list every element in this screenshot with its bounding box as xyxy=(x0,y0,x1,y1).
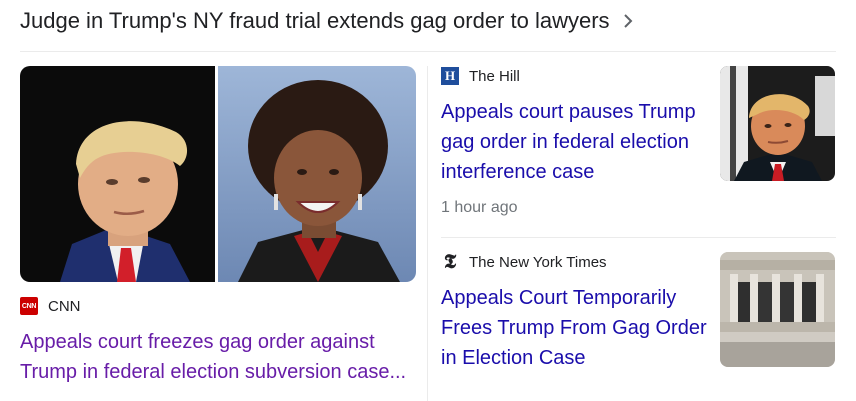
cnn-logo-icon: CNN xyxy=(20,297,38,315)
story-title-link[interactable]: Judge in Trump's NY fraud trial extends … xyxy=(20,6,636,36)
news-headline-link[interactable]: Appeals court pauses Trump gag order in … xyxy=(441,97,711,187)
the-hill-logo-icon: H xyxy=(441,67,459,85)
story-title: Judge in Trump's NY fraud trial extends … xyxy=(20,8,610,33)
source-name: CNN xyxy=(48,297,81,315)
timestamp: 1 hour ago xyxy=(441,199,518,216)
source-name: The Hill xyxy=(469,67,520,85)
divider xyxy=(441,237,836,238)
column-divider xyxy=(427,66,428,401)
story-headline-link[interactable]: Appeals court freezes gag order against … xyxy=(20,327,416,387)
source-the-hill: H The Hill xyxy=(441,66,711,86)
story-image-pair[interactable] xyxy=(20,66,416,282)
top-story-card[interactable]: CNN CNN Appeals court freezes gag order … xyxy=(20,66,416,396)
chevron-right-icon xyxy=(623,14,632,28)
news-item-text: 𝕿 The New York Times Appeals Court Tempo… xyxy=(441,250,711,373)
source-nyt: 𝕿 The New York Times xyxy=(441,250,711,273)
judge-photo xyxy=(217,66,416,282)
trump-thumbnail[interactable] xyxy=(720,66,835,181)
courthouse-thumbnail[interactable] xyxy=(720,252,835,367)
nyt-logo-icon: 𝕿 xyxy=(443,250,457,273)
news-headline-link[interactable]: Appeals Court Temporarily Frees Trump Fr… xyxy=(441,283,711,373)
trump-photo xyxy=(20,66,215,282)
divider xyxy=(20,51,836,52)
source-cnn: CNN CNN xyxy=(20,296,81,316)
source-name: The New York Times xyxy=(469,253,607,271)
news-item-text: H The Hill Appeals court pauses Trump ga… xyxy=(441,66,711,217)
news-item-nyt[interactable]: 𝕿 The New York Times Appeals Court Tempo… xyxy=(441,250,836,392)
news-item-the-hill[interactable]: H The Hill Appeals court pauses Trump ga… xyxy=(441,66,836,226)
